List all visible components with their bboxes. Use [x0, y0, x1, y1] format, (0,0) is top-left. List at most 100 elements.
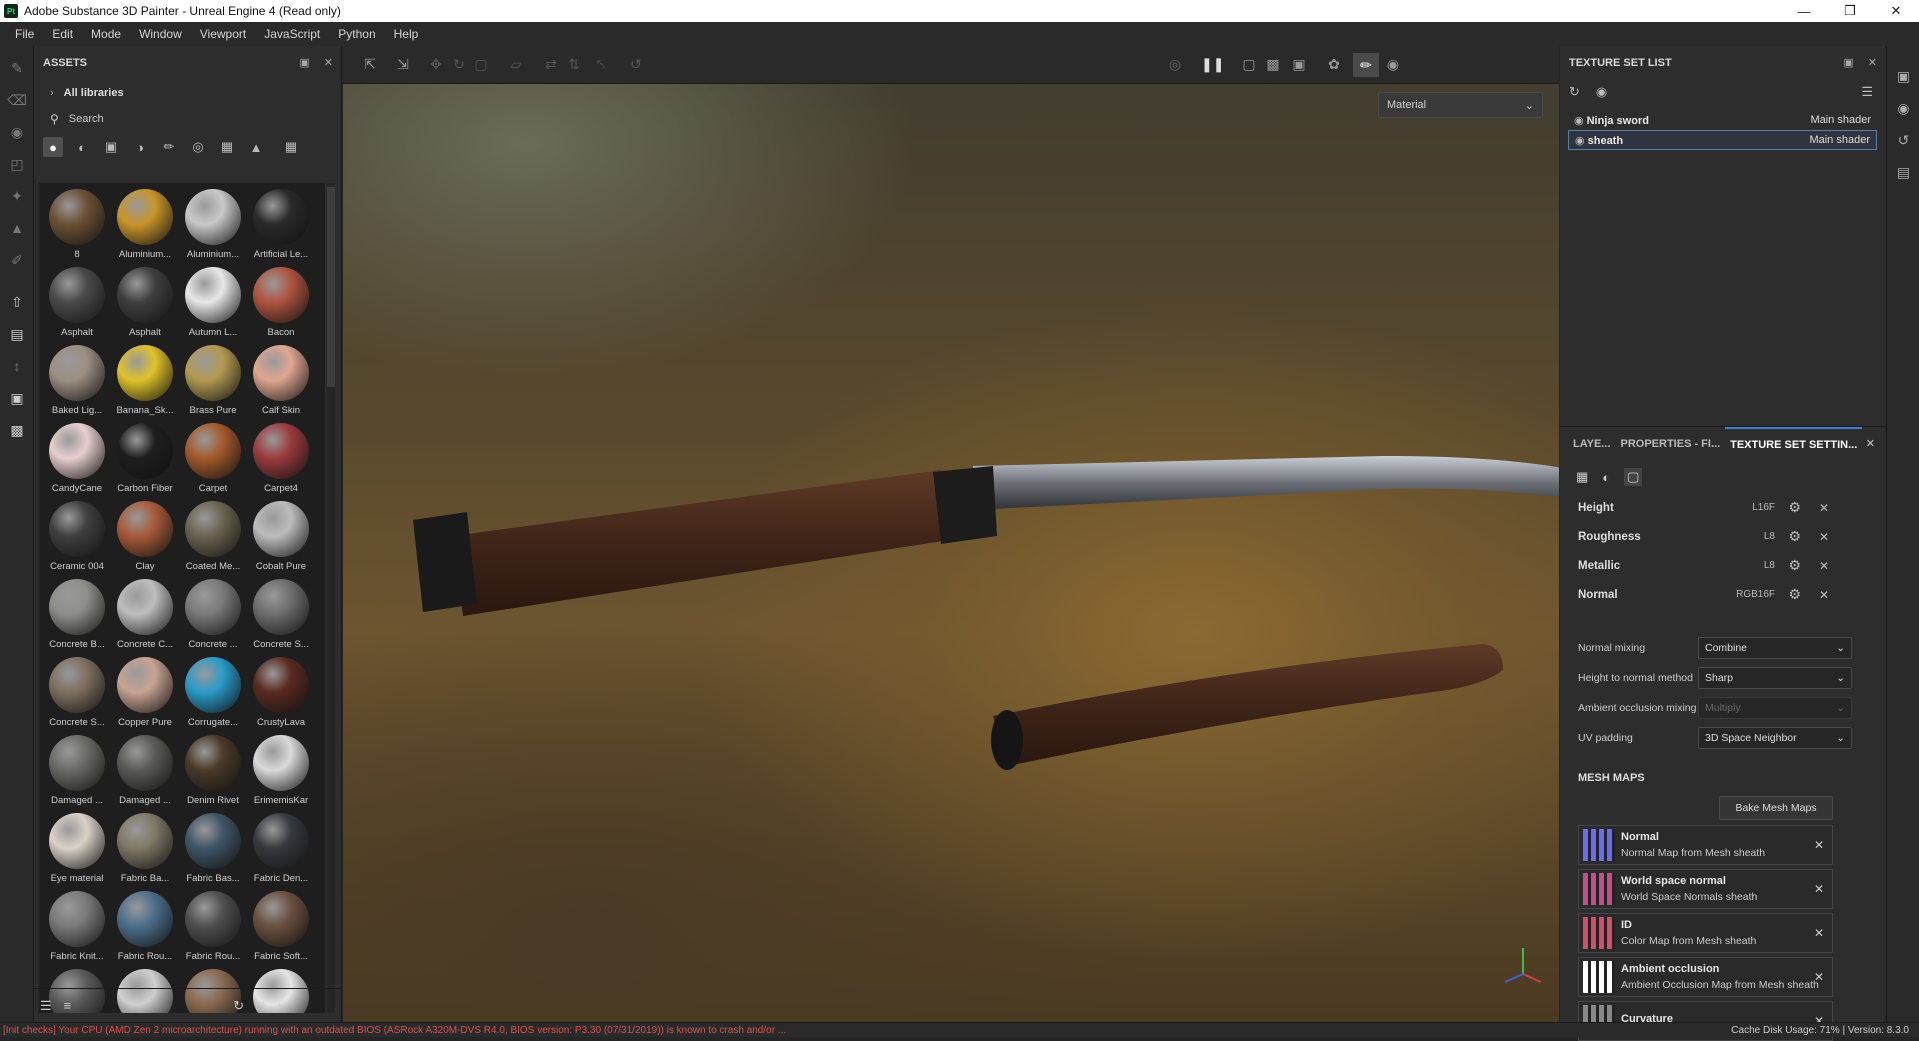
normal-mixing-dropdown[interactable]: Combine ⌄: [1698, 637, 1852, 659]
asset-tile[interactable]: Aluminium...: [179, 189, 247, 267]
texture-set-row[interactable]: ◉ sheath Main shader: [1568, 130, 1877, 150]
close-icon[interactable]: ✕: [1814, 926, 1824, 940]
channel-row[interactable]: Metallic L8 ⚙ ✕: [1560, 551, 1885, 580]
display-settings-icon[interactable]: ◉: [1887, 92, 1919, 124]
asset-tile[interactable]: Bacon: [247, 267, 315, 345]
asset-tile[interactable]: Fabric Ba...: [111, 813, 179, 891]
asset-tile[interactable]: CrustyLava: [247, 657, 315, 735]
smart-materials-filter-icon[interactable]: ◐: [72, 137, 92, 157]
close-panel-icon[interactable]: ✕: [1866, 437, 1875, 450]
asset-tile[interactable]: Calf Skin: [247, 345, 315, 423]
menu-javascript[interactable]: JavaScript: [255, 27, 329, 41]
measure-icon[interactable]: ↕: [0, 350, 34, 382]
channel-row[interactable]: Normal RGB16F ⚙ ✕: [1560, 580, 1885, 609]
close-icon[interactable]: ✕: [1819, 501, 1829, 515]
tab-texture-set-settings[interactable]: TEXTURE SET SETTIN...: [1725, 427, 1863, 461]
polygon-fill-icon[interactable]: ◰: [0, 148, 34, 180]
refresh-icon[interactable]: ↻: [233, 998, 244, 1014]
channel-format[interactable]: L16F: [1752, 502, 1775, 513]
gear-icon[interactable]: ⚙: [1788, 528, 1801, 545]
menu-help[interactable]: Help: [385, 27, 428, 41]
asset-tile[interactable]: Clay: [111, 501, 179, 579]
shader-icon[interactable]: ◐: [1602, 470, 1610, 485]
asset-tile[interactable]: Carbon Fiber: [111, 423, 179, 501]
mesh-map-item[interactable]: ID Color Map from Mesh sheath ✕: [1578, 913, 1833, 953]
asset-tile[interactable]: Carpet4: [247, 423, 315, 501]
grid-filter-icon[interactable]: ▦: [217, 137, 237, 157]
asset-tile[interactable]: 8: [43, 189, 111, 267]
asset-tile[interactable]: CandyCane: [43, 423, 111, 501]
close-icon[interactable]: ✕: [1819, 588, 1829, 602]
texture-set-row[interactable]: ◉ Ninja sword Main shader: [1568, 110, 1877, 130]
asset-tile[interactable]: Fabric Soft...: [247, 891, 315, 969]
asset-tile[interactable]: Carpet: [179, 423, 247, 501]
tab-layers[interactable]: LAYE...: [1568, 427, 1616, 461]
asset-tile[interactable]: Cobalt Pure: [247, 501, 315, 579]
color-picker-icon[interactable]: ✐: [0, 244, 34, 276]
asset-tile[interactable]: Corrugate...: [179, 657, 247, 735]
search-input[interactable]: Search: [69, 113, 104, 125]
asset-tile[interactable]: Asphalt: [43, 267, 111, 345]
paint-brush-icon[interactable]: ✎: [0, 52, 34, 84]
view-options-icon[interactable]: ☰: [40, 998, 52, 1014]
asset-tile[interactable]: Damaged ...: [43, 735, 111, 813]
sort-icon[interactable]: ≡: [64, 998, 72, 1013]
asset-tile[interactable]: Coated Me...: [179, 501, 247, 579]
asset-tile[interactable]: Fabric Knit...: [43, 891, 111, 969]
asset-tile[interactable]: Fabric Den...: [247, 813, 315, 891]
textures-filter-icon[interactable]: ▣: [101, 137, 121, 157]
close-window-button[interactable]: ✕: [1873, 0, 1919, 22]
alpha-filter-icon[interactable]: ◎: [188, 137, 208, 157]
mesh-map-item[interactable]: World space normal World Space Normals sh…: [1578, 869, 1833, 909]
asset-tile[interactable]: ErimemisKar: [247, 735, 315, 813]
close-icon[interactable]: ✕: [1814, 882, 1824, 896]
mesh-map-item[interactable]: Ambient occlusion Ambient Occlusion Map f…: [1578, 957, 1833, 997]
viewport-3d[interactable]: ⇱ ⇲ ✥ ↻ ▢ ▱ ⇄ ⇅ ⤣ ↺ ◎ ❚❚ ▢ ▩ ▣ ✿ ✏ ◉ Mat…: [343, 46, 1559, 1022]
menu-mode[interactable]: Mode: [82, 27, 130, 41]
asset-tile[interactable]: Fabric Rou...: [111, 891, 179, 969]
menu-icon[interactable]: ☰: [1861, 84, 1873, 100]
menu-edit[interactable]: Edit: [43, 27, 82, 41]
eye-icon[interactable]: ◉: [1574, 115, 1584, 127]
texture-set-shader[interactable]: Main shader: [1810, 114, 1871, 126]
asset-tile[interactable]: Fabric Rou...: [179, 891, 247, 969]
mesh-icon[interactable]: ▢: [1624, 468, 1643, 486]
materials-filter-icon[interactable]: ●: [43, 137, 63, 157]
asset-tile[interactable]: Eye material: [43, 813, 111, 891]
asset-tile[interactable]: Baked Lig...: [43, 345, 111, 423]
asset-tile[interactable]: Concrete S...: [247, 579, 315, 657]
tab-properties[interactable]: PROPERTIES - FI...: [1616, 427, 1726, 461]
add-icon[interactable]: +: [276, 998, 284, 1013]
channel-format[interactable]: L8: [1764, 531, 1775, 542]
asset-tile[interactable]: Ceramic 004: [43, 501, 111, 579]
asset-tile[interactable]: Copper Pure: [111, 657, 179, 735]
smudge-icon[interactable]: ✦: [0, 180, 34, 212]
undock-icon[interactable]: ▣: [299, 56, 309, 69]
channel-format[interactable]: RGB16F: [1736, 589, 1775, 600]
close-icon[interactable]: ✕: [1819, 530, 1829, 544]
folder-icon[interactable]: □: [256, 998, 264, 1013]
menu-window[interactable]: Window: [130, 27, 191, 41]
log-icon[interactable]: ▤: [1887, 156, 1919, 188]
eraser-icon[interactable]: ⌫: [0, 84, 34, 116]
library-selector[interactable]: › All libraries: [34, 80, 341, 106]
menu-python[interactable]: Python: [329, 27, 384, 41]
asset-search[interactable]: ⚲ Search: [34, 106, 341, 132]
asset-tile[interactable]: Concrete ...: [179, 579, 247, 657]
close-panel-icon[interactable]: ✕: [1868, 56, 1877, 69]
bake-mesh-maps-button[interactable]: Bake Mesh Maps: [1719, 796, 1833, 820]
asset-tile[interactable]: Damaged ...: [111, 735, 179, 813]
gear-icon[interactable]: ⚙: [1788, 557, 1801, 574]
texture-set-shader[interactable]: Main shader: [1809, 134, 1870, 146]
asset-tile[interactable]: Fabric Bas...: [179, 813, 247, 891]
channel-format[interactable]: L8: [1764, 560, 1775, 571]
uv-padding-dropdown[interactable]: 3D Space Neighbor ⌄: [1698, 727, 1852, 749]
environment-filter-icon[interactable]: ▲: [246, 137, 266, 157]
close-icon[interactable]: ✕: [1814, 838, 1824, 852]
channel-row[interactable]: Height L16F ⚙ ✕: [1560, 493, 1885, 522]
history-icon[interactable]: ↺: [1887, 124, 1919, 156]
masks-filter-icon[interactable]: ◑: [130, 137, 150, 157]
status-message[interactable]: [Init checks] Your CPU (AMD Zen 2 microa…: [0, 1025, 786, 1036]
height-to-normal-dropdown[interactable]: Sharp ⌄: [1698, 667, 1852, 689]
all-assets-filter-icon[interactable]: ▦: [281, 137, 301, 157]
